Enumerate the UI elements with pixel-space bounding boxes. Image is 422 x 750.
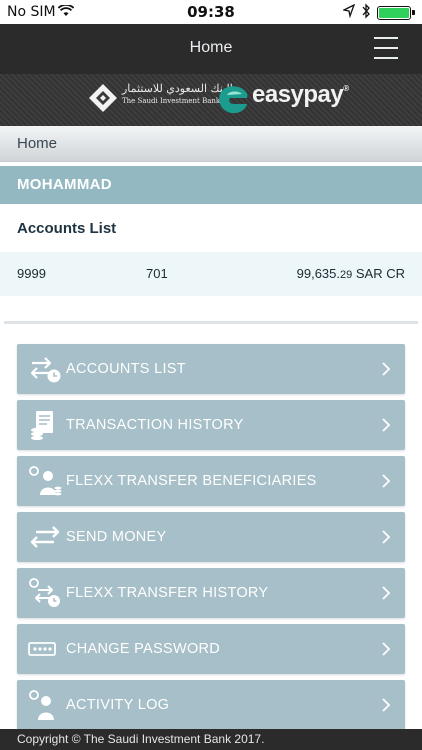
transfer-history-icon (28, 578, 62, 608)
balance-decimal: 29 (340, 269, 353, 281)
menu-item-label: ACCOUNTS LIST (66, 361, 186, 377)
section-divider (4, 321, 418, 324)
location-icon (342, 3, 356, 22)
document-coins-icon (28, 410, 62, 441)
chevron-right-icon (380, 416, 392, 434)
saudi-investment-bank-logo-icon (88, 83, 118, 117)
transfer-clock-icon (28, 354, 62, 384)
breadcrumb: Home (0, 126, 422, 162)
breadcrumb-home[interactable]: Home (17, 135, 57, 152)
account-branch: 701 (146, 266, 168, 281)
account-row[interactable]: 9999 701 99,635.29 SAR CR (0, 252, 422, 296)
hamburger-menu-icon[interactable] (374, 37, 398, 59)
registered-mark: ® (343, 84, 349, 93)
status-bar: No SIM 09:38 (0, 0, 422, 24)
user-bar: MOHAMMAD (0, 166, 422, 204)
menu-item-label: FLEXX TRANSFER BENEFICIARIES (66, 473, 317, 489)
main-menu: ACCOUNTS LIST TRANSACTION HISTORY FLEXX … (17, 344, 405, 736)
beneficiaries-icon (28, 466, 62, 496)
menu-item-label: SEND MONEY (66, 529, 167, 545)
password-icon (28, 634, 62, 664)
balance-currency: SAR CR (355, 266, 405, 281)
brand-banner: البنك السعودي للاستثمار The Saudi Invest… (0, 74, 422, 126)
user-name: MOHAMMAD (17, 176, 112, 193)
page-title: Home (189, 39, 233, 56)
copyright-text: Copyright © The Saudi Investment Bank 20… (17, 732, 265, 746)
easypay-name: easypay (252, 81, 344, 108)
activity-user-icon (28, 690, 62, 720)
clock: 09:38 (187, 3, 235, 21)
account-number: 9999 (17, 266, 46, 281)
account-balance: 99,635.29 SAR CR (297, 266, 405, 281)
menu-item-accounts-list[interactable]: ACCOUNTS LIST (17, 344, 405, 394)
menu-item-change-password[interactable]: CHANGE PASSWORD (17, 624, 405, 674)
balance-main: 99,635. (296, 266, 340, 281)
easypay-logo-icon (216, 82, 250, 120)
accounts-section-header: Accounts List (0, 204, 422, 252)
battery-icon (377, 6, 415, 20)
menu-item-label: TRANSACTION HISTORY (66, 417, 244, 433)
footer: Copyright © The Saudi Investment Bank 20… (0, 729, 422, 750)
chevron-right-icon (380, 696, 392, 714)
chevron-right-icon (380, 584, 392, 602)
nav-bar: Home (0, 24, 422, 74)
easypay-wordmark: easypay® (252, 81, 349, 109)
chevron-right-icon (380, 528, 392, 546)
menu-item-label: ACTIVITY LOG (66, 697, 170, 713)
exchange-arrows-icon (28, 522, 62, 552)
chevron-right-icon (380, 472, 392, 490)
menu-item-label: CHANGE PASSWORD (66, 641, 221, 657)
chevron-right-icon (380, 640, 392, 658)
bluetooth-icon (361, 3, 371, 23)
menu-item-flexx-transfer-beneficiaries[interactable]: FLEXX TRANSFER BENEFICIARIES (17, 456, 405, 506)
menu-item-label: FLEXX TRANSFER HISTORY (66, 585, 269, 601)
menu-item-send-money[interactable]: SEND MONEY (17, 512, 405, 562)
accounts-list-title: Accounts List (17, 220, 117, 237)
menu-item-flexx-transfer-history[interactable]: FLEXX TRANSFER HISTORY (17, 568, 405, 618)
chevron-right-icon (380, 360, 392, 378)
menu-item-transaction-history[interactable]: TRANSACTION HISTORY (17, 400, 405, 450)
menu-item-activity-log[interactable]: ACTIVITY LOG (17, 680, 405, 730)
